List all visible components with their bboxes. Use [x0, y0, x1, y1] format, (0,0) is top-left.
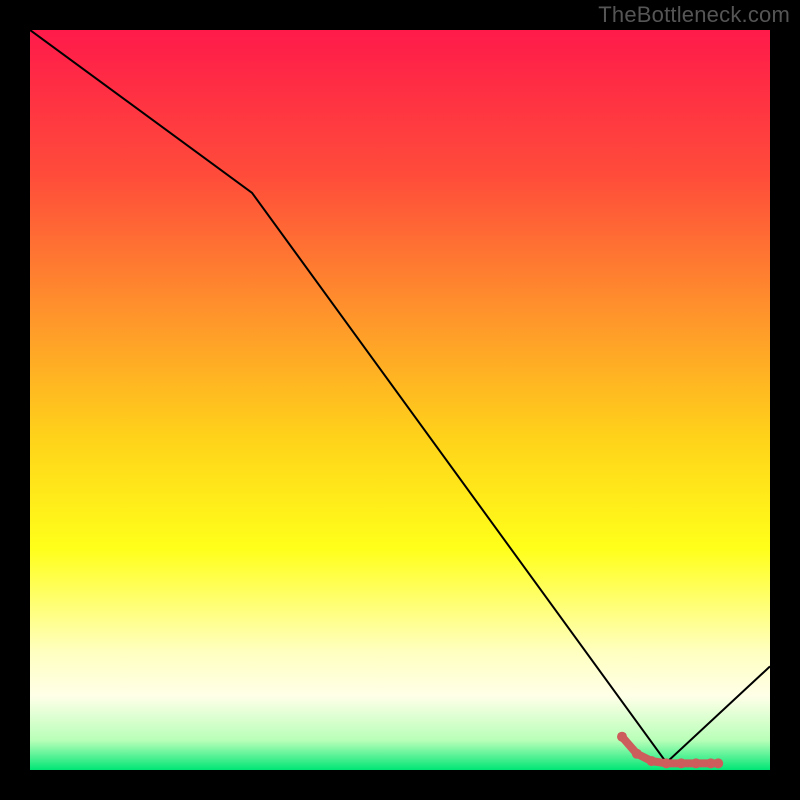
chart-container: TheBottleneck.com	[0, 0, 800, 800]
chart-svg	[30, 30, 770, 770]
gradient-background	[30, 30, 770, 770]
plot-area	[30, 30, 770, 770]
watermark-text: TheBottleneck.com	[598, 2, 790, 28]
